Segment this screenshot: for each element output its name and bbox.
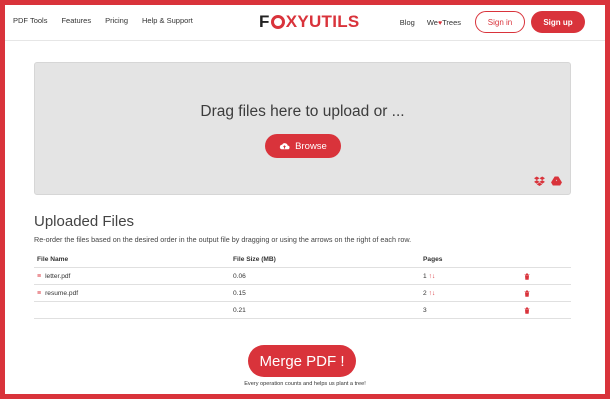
drag-handle-icon[interactable]: ≡ — [37, 290, 41, 297]
nav-pdf-tools[interactable]: PDF Tools — [13, 16, 47, 25]
nav-blog[interactable]: Blog — [400, 18, 415, 27]
logo-text-dark: F — [259, 12, 270, 31]
total-size: 0.21 — [233, 307, 246, 314]
trees-post: Trees — [442, 17, 461, 27]
top-navbar: PDF Tools Features Pricing Help & Suppor… — [5, 5, 605, 41]
google-drive-icon[interactable] — [551, 176, 562, 186]
cloud-sources — [534, 176, 562, 186]
merge-pdf-button[interactable]: Merge PDF ! — [248, 345, 356, 377]
drag-handle-icon[interactable]: ≡ — [37, 273, 41, 280]
foxyutils-logo[interactable]: F XYUTILS — [259, 12, 360, 32]
dropbox-icon[interactable] — [534, 176, 545, 186]
file-size: 0.06 — [233, 273, 246, 280]
file-name-cell: ≡ resume.pdf — [37, 290, 78, 297]
trash-icon[interactable] — [524, 290, 530, 297]
nav-right: Blog We♥Trees Sign in Sign up — [400, 11, 585, 33]
file-name: resume.pdf — [45, 290, 79, 297]
delete-cell — [524, 273, 530, 282]
pages-cell: 2 ↑↓ — [423, 290, 435, 297]
page-count: 2 — [423, 290, 427, 297]
upload-dropzone[interactable]: Drag files here to upload or ... Browse — [34, 62, 571, 195]
nav-left: PDF Tools Features Pricing Help & Suppor… — [13, 16, 207, 25]
table-row[interactable]: ≡ resume.pdf 0.15 2 ↑↓ — [34, 285, 571, 302]
move-down-icon[interactable]: ↓ — [432, 290, 435, 297]
sign-up-button[interactable]: Sign up — [531, 11, 585, 33]
trash-icon[interactable] — [524, 307, 530, 314]
page-count: 1 — [423, 273, 427, 280]
nav-features[interactable]: Features — [61, 16, 91, 25]
file-name: letter.pdf — [45, 273, 71, 280]
sign-in-button[interactable]: Sign in — [475, 11, 525, 33]
uploaded-files-table: File Name File Size (MB) Pages ≡ letter.p… — [34, 251, 571, 319]
header-pages: Pages — [423, 256, 443, 263]
nav-we-love-trees[interactable]: We♥Trees — [427, 18, 461, 27]
nav-pricing[interactable]: Pricing — [105, 16, 128, 25]
uploaded-files-title: Uploaded Files — [34, 213, 135, 230]
total-pages: 3 — [423, 307, 427, 314]
browse-button[interactable]: Browse — [265, 134, 341, 158]
pages-cell: 1 ↑↓ — [423, 273, 435, 280]
header-file-size: File Size (MB) — [233, 256, 276, 263]
uploaded-files-subtitle: Re-order the files based on the desired … — [34, 235, 412, 244]
file-name-cell: ≡ letter.pdf — [37, 273, 70, 280]
browse-label: Browse — [295, 140, 327, 152]
cloud-upload-icon — [280, 142, 290, 149]
delete-cell — [524, 290, 530, 299]
table-row[interactable]: ≡ letter.pdf 0.06 1 ↑↓ — [34, 268, 571, 285]
move-down-icon[interactable]: ↓ — [432, 273, 435, 280]
trees-pre: We — [426, 17, 438, 27]
table-header-row: File Name File Size (MB) Pages — [34, 251, 571, 268]
merge-footnote: Every operation counts and helps us plan… — [244, 381, 366, 387]
table-total-row: 0.21 3 — [34, 302, 571, 319]
dropzone-text: Drag files here to upload or ... — [200, 103, 405, 120]
logo-ring-icon — [270, 15, 285, 29]
trash-icon[interactable] — [524, 273, 530, 280]
logo-text-red: XYUTILS — [285, 12, 360, 31]
header-file-name: File Name — [37, 256, 69, 263]
nav-help-support[interactable]: Help & Support — [142, 16, 193, 25]
delete-all-cell — [524, 307, 530, 316]
app-frame: PDF Tools Features Pricing Help & Suppor… — [5, 5, 605, 394]
file-size: 0.15 — [233, 290, 246, 297]
